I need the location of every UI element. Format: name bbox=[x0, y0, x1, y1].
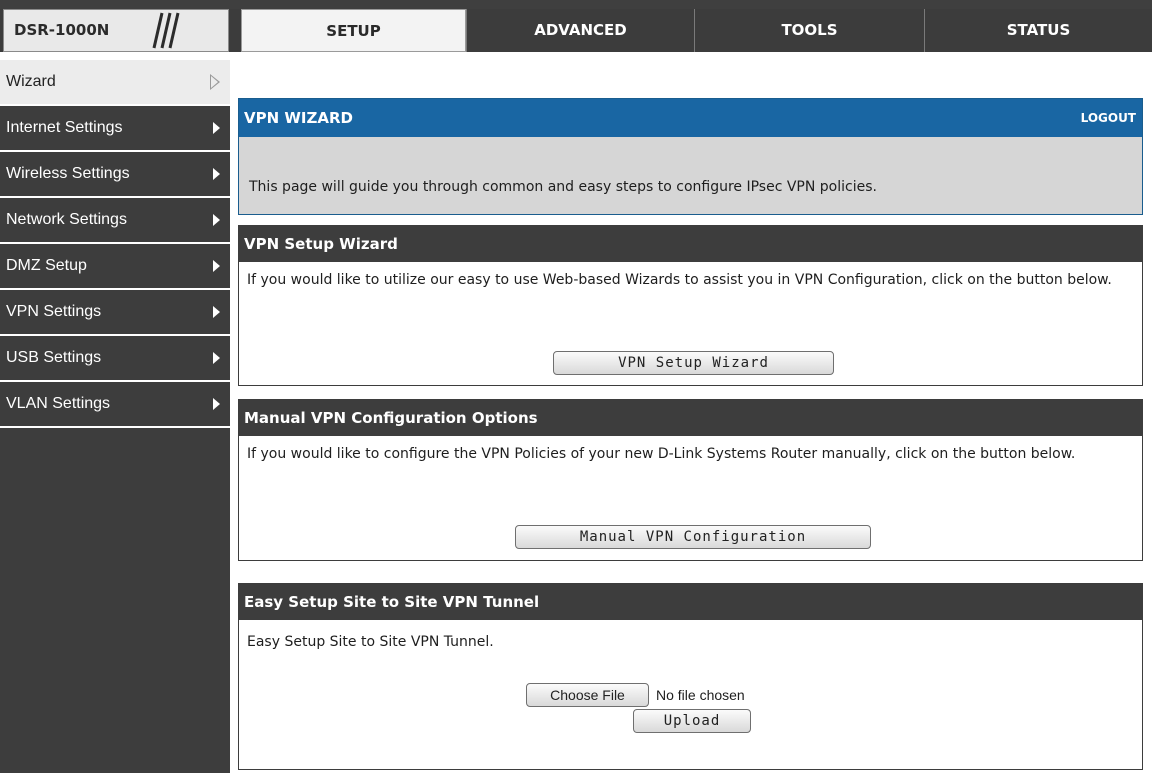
arrow-right-outline-icon bbox=[210, 74, 220, 90]
sidebar-item-vlan-settings[interactable]: VLAN Settings bbox=[0, 382, 230, 428]
tab-setup[interactable]: SETUP bbox=[241, 9, 466, 52]
section-text: Easy Setup Site to Site VPN Tunnel. bbox=[247, 634, 494, 650]
section-header: Manual VPN Configuration Options bbox=[239, 400, 1142, 436]
easy-setup-section: Easy Setup Site to Site VPN Tunnel Easy … bbox=[238, 583, 1143, 770]
choose-file-button[interactable]: Choose File bbox=[526, 683, 649, 707]
sidebar-item-label: Internet Settings bbox=[6, 119, 123, 136]
sidebar-item-network-settings[interactable]: Network Settings bbox=[0, 198, 230, 244]
arrow-right-icon bbox=[213, 398, 220, 410]
section-text: If you would like to utilize our easy to… bbox=[247, 272, 1112, 288]
vpn-setup-wizard-section: VPN Setup Wizard If you would like to ut… bbox=[238, 225, 1143, 386]
top-navigation-bar: DSR-1000N SETUP ADVANCED TOOLS STATUS bbox=[0, 0, 1152, 52]
sidebar-item-wizard[interactable]: Wizard bbox=[0, 60, 230, 106]
sidebar-item-label: VLAN Settings bbox=[6, 395, 111, 412]
tab-advanced[interactable]: ADVANCED bbox=[466, 9, 694, 52]
tab-tools[interactable]: TOOLS bbox=[694, 9, 924, 52]
vpn-wizard-panel: VPN WIZARD LOGOUT This page will guide y… bbox=[238, 98, 1143, 215]
sidebar-item-label: DMZ Setup bbox=[6, 257, 87, 274]
arrow-right-icon bbox=[213, 306, 220, 318]
arrow-right-icon bbox=[213, 260, 220, 272]
file-status-text: No file chosen bbox=[656, 687, 745, 703]
sidebar-item-label: Wizard bbox=[6, 73, 56, 90]
manual-vpn-configuration-button[interactable]: Manual VPN Configuration bbox=[515, 525, 871, 549]
arrow-right-icon bbox=[213, 352, 220, 364]
page-title: VPN WIZARD bbox=[244, 109, 353, 127]
arrow-right-icon bbox=[213, 214, 220, 226]
logo-slashes-icon bbox=[152, 12, 180, 49]
sidebar-item-internet-settings[interactable]: Internet Settings bbox=[0, 106, 230, 152]
upload-button[interactable]: Upload bbox=[633, 709, 751, 733]
sidebar-item-vpn-settings[interactable]: VPN Settings bbox=[0, 290, 230, 336]
sidebar-item-label: VPN Settings bbox=[6, 303, 102, 320]
sidebar-item-usb-settings[interactable]: USB Settings bbox=[0, 336, 230, 382]
sidebar-item-dmz-setup[interactable]: DMZ Setup bbox=[0, 244, 230, 290]
sidebar-item-label: Network Settings bbox=[6, 211, 127, 228]
section-header: Easy Setup Site to Site VPN Tunnel bbox=[239, 584, 1142, 620]
model-name: DSR-1000N bbox=[14, 21, 110, 39]
manual-vpn-section: Manual VPN Configuration Options If you … bbox=[238, 399, 1143, 561]
arrow-right-icon bbox=[213, 122, 220, 134]
sidebar: Wizard Internet Settings Wireless Settin… bbox=[0, 60, 230, 773]
panel-header: VPN WIZARD LOGOUT bbox=[239, 99, 1142, 137]
page-description: This page will guide you through common … bbox=[249, 179, 877, 195]
sidebar-item-label: Wireless Settings bbox=[6, 165, 130, 182]
sidebar-item-label: USB Settings bbox=[6, 349, 102, 366]
arrow-right-icon bbox=[213, 168, 220, 180]
sidebar-item-wireless-settings[interactable]: Wireless Settings bbox=[0, 152, 230, 198]
product-logo: DSR-1000N bbox=[3, 9, 229, 52]
tab-status[interactable]: STATUS bbox=[924, 9, 1152, 52]
section-header: VPN Setup Wizard bbox=[239, 226, 1142, 262]
vpn-setup-wizard-button[interactable]: VPN Setup Wizard bbox=[553, 351, 834, 375]
section-text: If you would like to configure the VPN P… bbox=[247, 446, 1076, 462]
logout-link[interactable]: LOGOUT bbox=[1081, 99, 1136, 137]
top-stripe bbox=[0, 0, 1152, 9]
